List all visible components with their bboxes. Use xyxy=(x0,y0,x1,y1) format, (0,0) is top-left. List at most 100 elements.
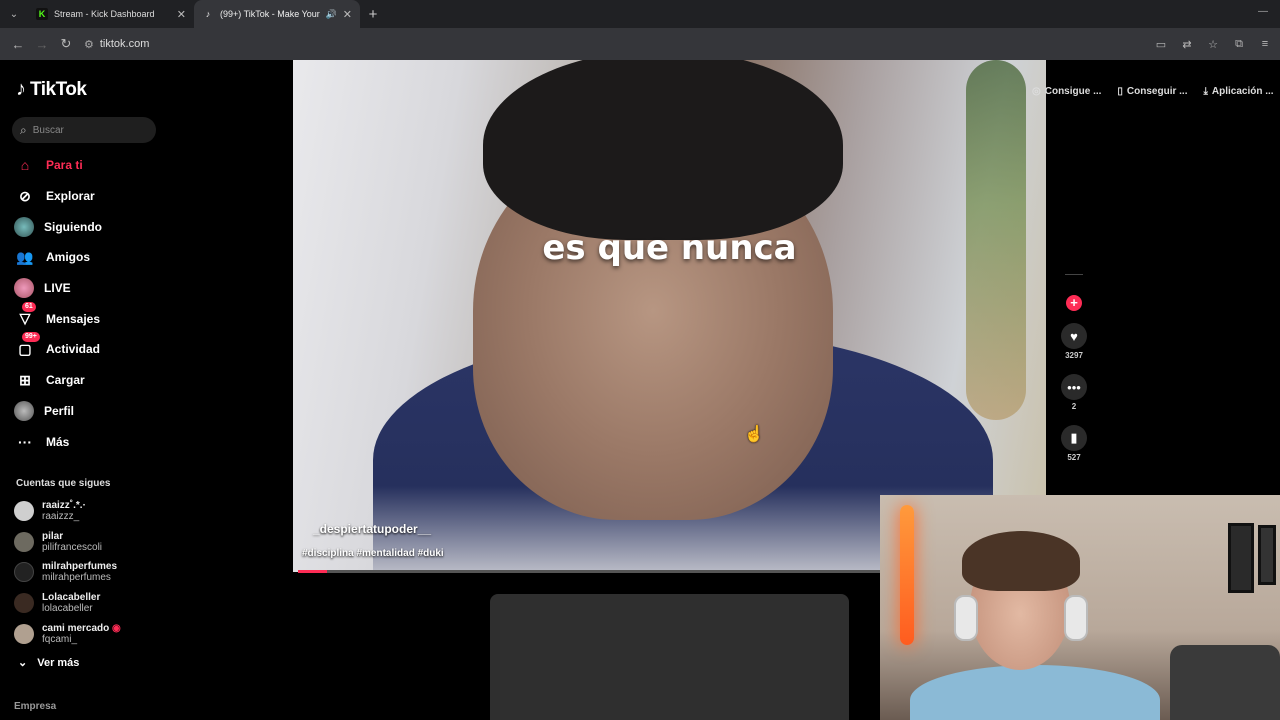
activity-badge: 99+ xyxy=(22,332,40,343)
browser-actions: ▭ ⇄ ☆ ⧉ ≡ xyxy=(1150,28,1280,60)
kick-favicon-icon: K xyxy=(36,8,48,20)
nav-item-mensajes[interactable]: ▽ 61 Mensajes xyxy=(14,301,164,334)
avatar xyxy=(14,531,34,552)
search-input[interactable] xyxy=(32,124,133,136)
menu-icon[interactable]: ≡ xyxy=(1254,32,1276,56)
nav-label: Amigos xyxy=(46,250,91,265)
nav-item-amigos[interactable]: 👥 Amigos xyxy=(14,242,164,273)
back-button[interactable]: ← xyxy=(6,32,30,56)
more-icon: ··· xyxy=(18,433,32,450)
tab-tiktok[interactable]: ♪ (99+) TikTok - Make Your Day 🔊 ✕ xyxy=(194,0,360,28)
comment-count: 2 xyxy=(1071,402,1077,411)
extensions-icon[interactable]: ⧉ xyxy=(1228,32,1250,56)
webcam-wall-frame xyxy=(1228,523,1254,593)
download-icon: ⤓ xyxy=(1203,86,1208,97)
url-text: tiktok.com xyxy=(99,38,150,50)
action-rail: + ♥ 3297 ••• 2 ▮ 527 xyxy=(1058,274,1090,476)
video-progress-bar[interactable] xyxy=(298,570,880,573)
cast-icon[interactable]: ▭ xyxy=(1150,32,1172,56)
following-avatar-icon xyxy=(14,216,34,237)
nav-label: Explorar xyxy=(46,189,95,204)
nav-item-explorar[interactable]: ⊘ Explorar xyxy=(14,181,164,212)
video-hair xyxy=(483,60,843,240)
like-button[interactable]: ♥ xyxy=(1061,323,1087,349)
nav-label: Más xyxy=(46,434,70,449)
address-bar: ← → ↻ ⚙ tiktok.com ▭ ⇄ ☆ ⧉ ≡ xyxy=(0,28,1280,60)
heart-icon: ♥ xyxy=(1070,328,1078,344)
close-tab-icon[interactable]: ✕ xyxy=(177,8,186,21)
list-item[interactable]: milrahperfumes milrahperfumes xyxy=(14,557,164,588)
nav-item-actividad[interactable]: ▢ 99+ Actividad xyxy=(14,332,164,365)
nav-item-perfil[interactable]: Perfil xyxy=(14,396,164,427)
save-button[interactable]: ▮ xyxy=(1061,425,1087,451)
nav-item-live[interactable]: LIVE xyxy=(14,273,164,304)
tiktok-note-icon: ♪ xyxy=(16,78,26,100)
next-video-thumbnail[interactable] xyxy=(490,594,849,720)
nav-item-para-ti[interactable]: ⌂ Para ti xyxy=(14,150,164,181)
headphones-icon xyxy=(954,595,978,641)
messages-badge: 61 xyxy=(22,301,36,312)
following-list: raaizz˚.*.· raaizzz_ pilar pilifrancescoli… xyxy=(14,496,164,649)
home-icon: ⌂ xyxy=(20,157,30,174)
logo-text: TikTok xyxy=(30,78,87,100)
forward-button[interactable]: → xyxy=(30,32,54,56)
nav-item-siguiendo[interactable]: Siguiendo xyxy=(14,211,164,242)
nav-label: Cargar xyxy=(46,373,85,388)
tiktok-logo[interactable]: ♪ TikTok xyxy=(16,78,87,101)
url-field[interactable]: ⚙ tiktok.com xyxy=(84,38,149,51)
close-tab-icon[interactable]: ✕ xyxy=(343,8,352,21)
video-hashtags[interactable]: #disciplina #mentalidad #duki xyxy=(302,548,444,559)
video-progress-fill xyxy=(298,570,328,573)
follow-button[interactable]: + xyxy=(1066,295,1082,311)
upload-icon: ⊞ xyxy=(19,371,31,388)
headphones-icon xyxy=(1064,595,1088,641)
avatar xyxy=(14,562,34,583)
search-box[interactable]: ⌕ xyxy=(12,117,156,143)
minimize-icon[interactable]: — xyxy=(1258,6,1268,17)
save-count: 527 xyxy=(1067,453,1081,462)
new-tab-button[interactable]: + xyxy=(360,6,386,23)
account-name: milrahperfumes xyxy=(42,561,118,573)
footer-link-empresa[interactable]: Empresa xyxy=(14,701,56,712)
account-name: Lolacabeller xyxy=(42,592,101,604)
webcam-person-shirt xyxy=(910,665,1160,720)
see-more-label: Ver más xyxy=(37,656,80,669)
coin-icon: ◎ xyxy=(1032,86,1041,97)
webcam-person-hair xyxy=(962,531,1080,591)
see-more-button[interactable]: ⌄ Ver más xyxy=(18,656,80,670)
get-coins-link[interactable]: ◎ Consigue ... xyxy=(1032,86,1101,97)
download-app-link[interactable]: ⤓ Aplicación ... xyxy=(1203,86,1273,97)
comment-button[interactable]: ••• xyxy=(1061,374,1087,400)
bookmark-star-icon[interactable]: ☆ xyxy=(1202,32,1224,56)
account-handle: raaizzz_ xyxy=(42,511,80,523)
webcam-overlay xyxy=(880,495,1280,720)
nav-label: Siguiendo xyxy=(44,219,102,234)
site-info-icon[interactable]: ⚙ xyxy=(84,38,94,51)
avatar xyxy=(14,623,34,644)
account-handle: milrahperfumes xyxy=(42,572,111,584)
webcam-couch xyxy=(1170,645,1280,720)
messages-icon: ▽ 61 xyxy=(14,301,36,330)
account-name: raaizz˚.*.· xyxy=(42,500,86,512)
translate-icon[interactable]: ⇄ xyxy=(1176,32,1198,56)
avatar xyxy=(14,501,34,522)
avatar xyxy=(14,593,34,614)
tab-search-icon[interactable]: ⌄ xyxy=(0,0,28,28)
nav-item-cargar[interactable]: ⊞ Cargar xyxy=(14,365,164,396)
nav-item-mas[interactable]: ··· Más xyxy=(14,426,164,457)
link-label: Aplicación ... xyxy=(1211,86,1274,97)
get-app-link[interactable]: ▯ Conseguir ... xyxy=(1117,86,1187,97)
webcam-led-light xyxy=(900,505,914,645)
video-author[interactable]: _despiertatupoder__ xyxy=(313,522,431,536)
hand-cursor-icon: ☝ xyxy=(744,426,764,443)
list-item[interactable]: Lolacabeller lolacabeller xyxy=(14,588,164,619)
nav-label: LIVE xyxy=(44,281,71,296)
tab-kick-dashboard[interactable]: K Stream - Kick Dashboard ✕ xyxy=(28,0,194,28)
like-count: 3297 xyxy=(1065,351,1083,360)
list-item[interactable]: cami mercado ◉ fqcami_ xyxy=(14,618,164,649)
list-item[interactable]: raaizz˚.*.· raaizzz_ xyxy=(14,496,164,527)
speaker-icon[interactable]: 🔊 xyxy=(326,9,337,20)
list-item[interactable]: pilar pilifrancescoli xyxy=(14,527,164,558)
sidebar: ♪ TikTok ⌕ ⌂ Para ti ⊘ Explorar Siguiend… xyxy=(0,60,170,720)
reload-button[interactable]: ↻ xyxy=(54,32,78,56)
